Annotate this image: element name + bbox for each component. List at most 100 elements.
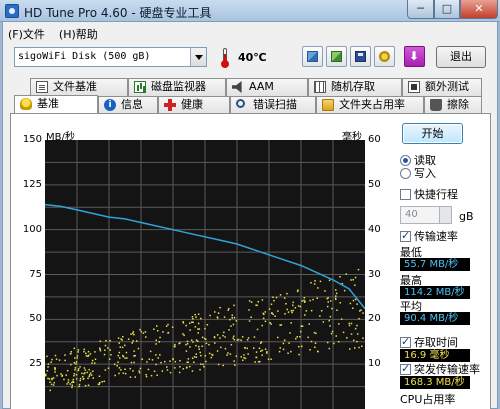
tab-health[interactable]: 健康 bbox=[158, 96, 230, 114]
copy-screenshot-button[interactable] bbox=[326, 46, 347, 67]
radio-selected-icon bbox=[400, 155, 411, 166]
access-time-point bbox=[153, 370, 156, 372]
burst-rate-checkbox[interactable]: 突发传输速率 bbox=[400, 362, 480, 376]
download-button[interactable]: ⬇ bbox=[404, 46, 425, 67]
access-time-point bbox=[178, 371, 181, 374]
access-time-point bbox=[113, 363, 116, 365]
menu-file[interactable]: (F)文件 bbox=[6, 26, 47, 42]
access-time-point bbox=[124, 344, 126, 347]
access-time-point bbox=[74, 367, 77, 369]
access-time-point bbox=[87, 377, 89, 380]
options-button[interactable] bbox=[374, 46, 395, 67]
tab-disk-monitor[interactable]: 磁盘监视器 bbox=[128, 78, 226, 96]
access-time-point bbox=[194, 313, 196, 316]
access-time-point bbox=[159, 354, 161, 356]
access-time-point bbox=[76, 355, 79, 357]
access-time-point bbox=[174, 343, 176, 346]
tab-random-access[interactable]: 随机存取 bbox=[308, 78, 402, 96]
access-time-point bbox=[240, 356, 242, 358]
access-time-point bbox=[73, 362, 76, 364]
access-time-point bbox=[305, 310, 308, 312]
menu-help[interactable]: (H)帮助 bbox=[57, 26, 100, 42]
quick-stroke-checkbox[interactable]: 快捷行程 bbox=[400, 188, 458, 201]
access-time-point bbox=[118, 372, 120, 375]
access-time-point bbox=[362, 337, 364, 339]
access-time-point bbox=[232, 323, 235, 326]
access-time-point bbox=[142, 332, 145, 334]
start-button[interactable]: 开始 bbox=[402, 123, 463, 144]
exit-button[interactable]: 退出 bbox=[436, 46, 486, 68]
access-time-point bbox=[283, 339, 286, 341]
right-axis-tick: 50 bbox=[368, 178, 381, 190]
maximize-button[interactable]: □ bbox=[434, 0, 460, 19]
minimize-button[interactable]: ─ bbox=[407, 0, 434, 19]
title-bar: HD Tune Pro 4.60 - 硬盘专业工具 ─ □ ✕ bbox=[0, 0, 500, 22]
tab-error-scan[interactable]: 错误扫描 bbox=[230, 96, 316, 114]
access-time-point bbox=[73, 373, 76, 375]
tab-file-benchmark[interactable]: 文件基准 bbox=[30, 78, 128, 96]
document-icon bbox=[36, 81, 48, 93]
access-time-point bbox=[74, 357, 76, 359]
write-radio[interactable]: 写入 bbox=[400, 167, 436, 180]
access-time-point bbox=[185, 343, 187, 346]
access-time-point bbox=[195, 353, 197, 355]
tab-folder-usage[interactable]: 文件夹占用率 bbox=[316, 96, 424, 114]
access-time-point bbox=[155, 354, 157, 356]
access-time-point bbox=[120, 338, 122, 340]
access-time-point bbox=[179, 366, 181, 368]
access-time-point bbox=[303, 297, 306, 299]
access-time-point bbox=[107, 347, 109, 349]
drive-select[interactable]: sigoWiFi Disk (500 gB) bbox=[14, 47, 207, 67]
save-button[interactable] bbox=[350, 46, 371, 67]
access-time-point bbox=[222, 334, 224, 337]
access-time-point bbox=[149, 350, 152, 353]
access-time-point bbox=[148, 358, 151, 360]
spin-down-icon[interactable] bbox=[439, 215, 451, 223]
transfer-rate-checkbox[interactable]: 传输速率 bbox=[400, 229, 458, 243]
access-time-point bbox=[257, 301, 259, 303]
tab-benchmark[interactable]: 基准 bbox=[14, 95, 98, 114]
access-time-checkbox[interactable]: 存取时间 bbox=[400, 335, 458, 349]
tab-extra-tests[interactable]: 额外测试 bbox=[402, 78, 482, 96]
access-time-point bbox=[195, 316, 197, 318]
quick-stroke-size-input[interactable]: 40 bbox=[400, 206, 452, 224]
access-time-point bbox=[314, 346, 316, 348]
access-time-point bbox=[294, 307, 297, 309]
access-time-point bbox=[345, 273, 347, 275]
access-time-point bbox=[183, 334, 185, 337]
access-time-point bbox=[205, 338, 207, 341]
access-time-point bbox=[287, 311, 290, 313]
access-time-point bbox=[324, 290, 326, 292]
access-time-point bbox=[137, 347, 140, 350]
access-time-point bbox=[320, 310, 323, 312]
access-time-point bbox=[118, 342, 120, 344]
access-time-point bbox=[343, 289, 346, 292]
access-time-point bbox=[99, 349, 102, 352]
read-radio[interactable]: 读取 bbox=[400, 154, 436, 167]
spin-up-icon[interactable] bbox=[439, 207, 451, 215]
access-time-point bbox=[76, 357, 78, 359]
access-time-point bbox=[288, 342, 290, 344]
radio-icon bbox=[400, 168, 411, 179]
access-time-point bbox=[122, 336, 124, 338]
access-time-point bbox=[240, 339, 242, 341]
access-time-point bbox=[264, 320, 267, 323]
access-time-point bbox=[109, 340, 111, 342]
access-time-point bbox=[197, 313, 200, 315]
quick-stroke-label: 快捷行程 bbox=[414, 188, 458, 201]
tab-aam[interactable]: AAM bbox=[226, 78, 308, 96]
tab-erase[interactable]: 擦除 bbox=[424, 96, 482, 114]
access-time-point bbox=[77, 351, 79, 353]
access-time-point bbox=[75, 374, 78, 376]
access-time-point bbox=[197, 322, 200, 325]
copy-text-button[interactable] bbox=[302, 46, 323, 67]
close-button[interactable]: ✕ bbox=[460, 0, 498, 19]
chevron-down-icon[interactable] bbox=[190, 48, 206, 66]
access-time-point bbox=[124, 357, 126, 359]
access-time-point bbox=[153, 328, 155, 330]
tab-info[interactable]: i 信息 bbox=[98, 96, 158, 114]
access-time-point bbox=[314, 342, 317, 344]
access-time-point bbox=[54, 368, 56, 371]
access-time-point bbox=[328, 347, 331, 350]
access-time-point bbox=[241, 336, 244, 338]
